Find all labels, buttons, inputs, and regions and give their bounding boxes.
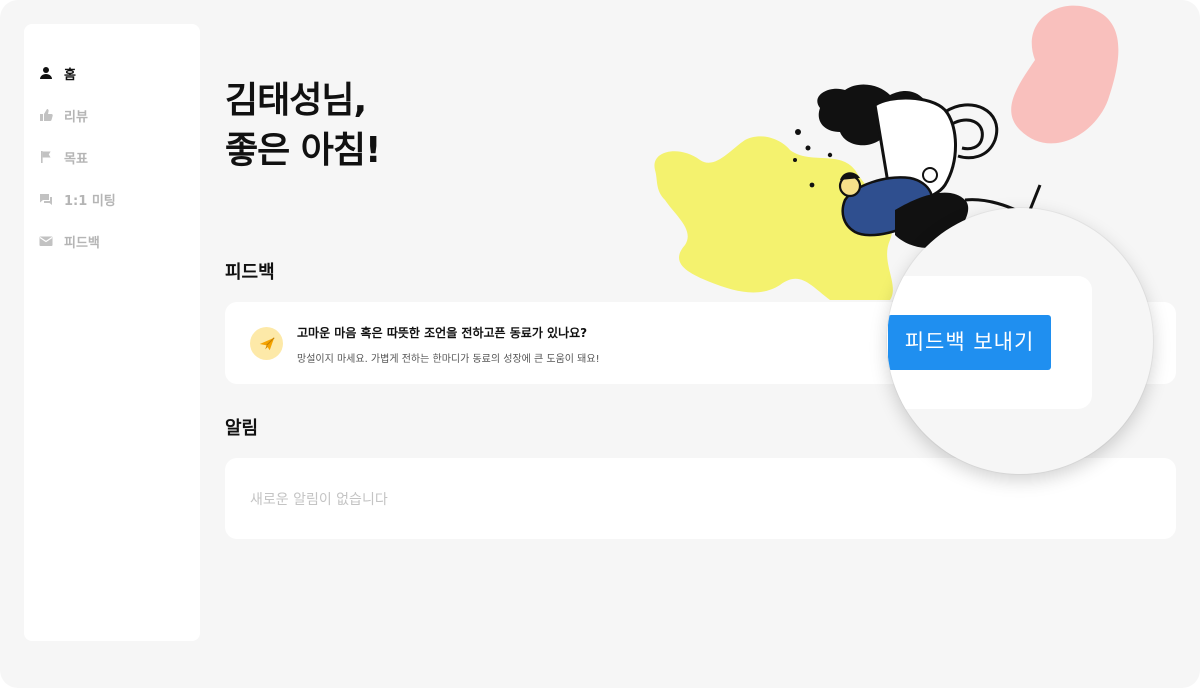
sidebar-item-goal[interactable]: 목표 <box>24 136 200 178</box>
sidebar-item-label: 홈 <box>64 67 76 83</box>
feedback-card-subtitle: 망설이지 마세요. 가볍게 전하는 한마디가 동료의 성장에 큰 도움이 돼요! <box>297 354 600 365</box>
sidebar-item-review[interactable]: 리뷰 <box>24 94 200 136</box>
sidebar-item-one-on-one[interactable]: 1:1 미팅 <box>24 178 200 220</box>
flag-icon <box>39 150 53 164</box>
sidebar-item-home[interactable]: 홈 <box>24 52 200 94</box>
paper-plane-icon <box>250 327 283 360</box>
sidebar-item-label: 목표 <box>64 151 88 167</box>
chat-icon <box>39 192 53 206</box>
sidebar-item-label: 리뷰 <box>64 109 88 125</box>
sidebar-item-feedback[interactable]: 피드백 <box>24 220 200 262</box>
thumbs-up-icon <box>39 108 53 122</box>
greeting-message: 좋은 아침! <box>225 130 381 171</box>
sidebar-item-label: 피드백 <box>64 235 100 251</box>
notifications-empty-text: 새로운 알림이 없습니다 <box>250 492 388 508</box>
greeting-name: 김태성님, <box>225 80 367 121</box>
feedback-card-title: 고마운 마음 혹은 따뜻한 조언을 전하고픈 동료가 있나요? <box>297 326 588 340</box>
notifications-section-title: 알림 <box>225 418 259 439</box>
page-greeting: 김태성님, 좋은 아침! <box>225 76 381 176</box>
person-icon <box>39 66 53 80</box>
sidebar: 홈 리뷰 목표 1:1 미팅 피드백 <box>24 24 200 641</box>
mail-icon <box>39 234 53 248</box>
app-frame: 홈 리뷰 목표 1:1 미팅 피드백 김태성님, 좋은 아침! 피드백 고마운 … <box>0 0 1200 688</box>
sidebar-item-label: 1:1 미팅 <box>64 193 116 209</box>
feedback-section-title: 피드백 <box>225 262 275 283</box>
magnifier-callout: 피드백 보내기 <box>887 208 1153 474</box>
send-feedback-button[interactable]: 피드백 보내기 <box>888 315 1051 370</box>
